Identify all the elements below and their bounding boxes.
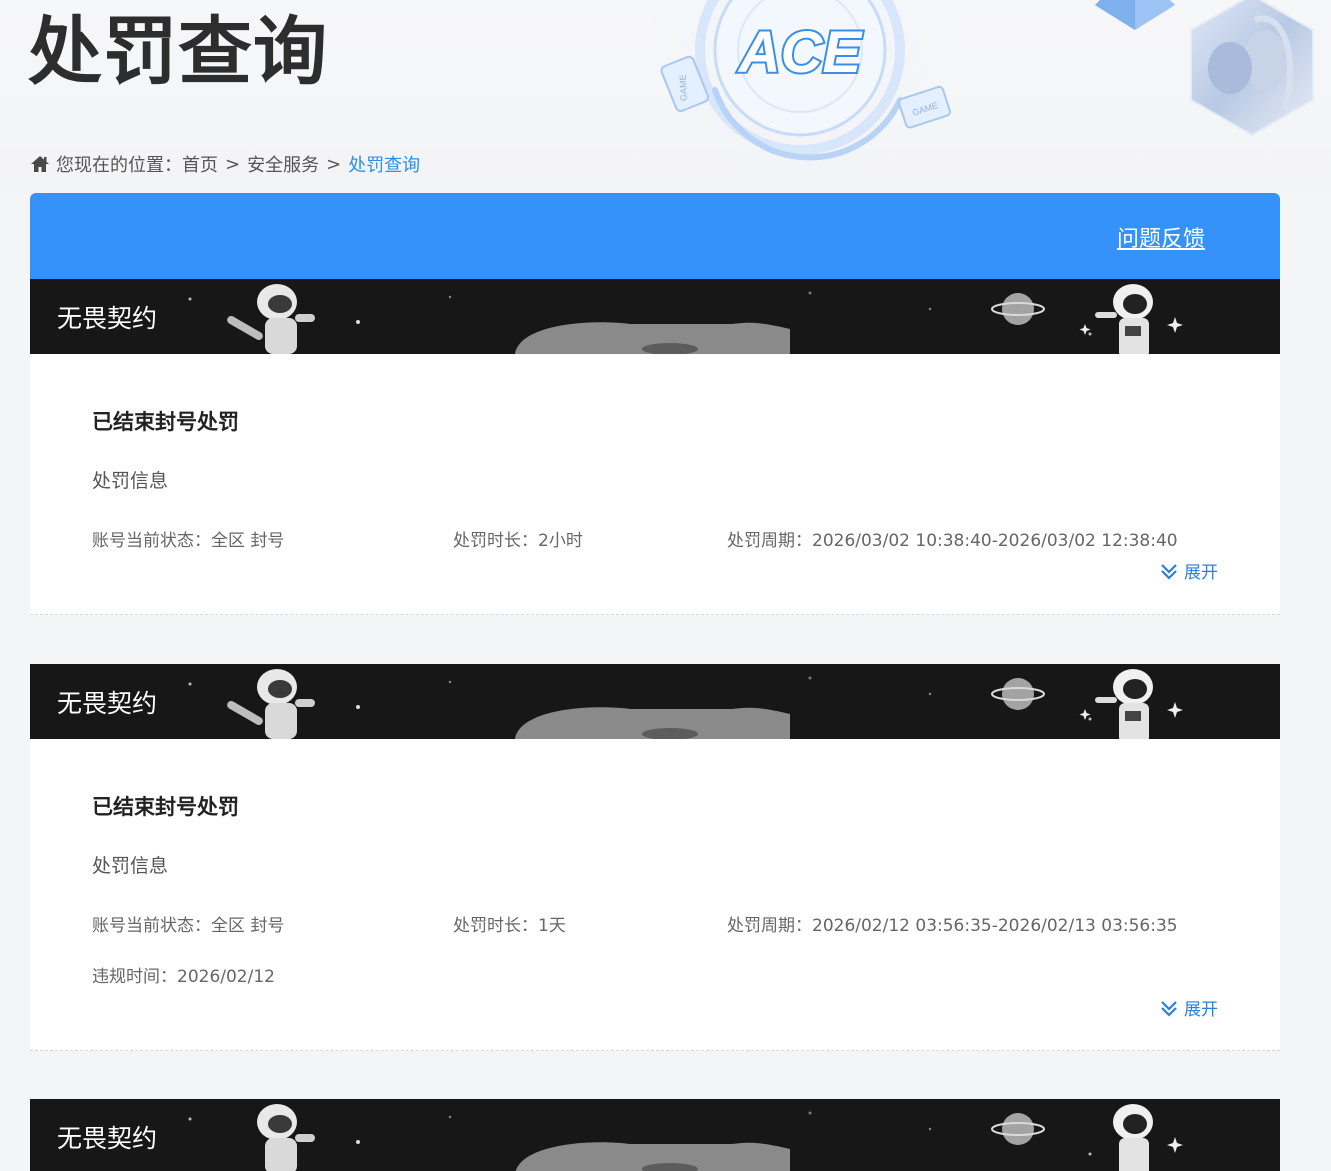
- penalty-info-label: 处罚信息: [92, 470, 169, 492]
- breadcrumb: 您现在的位置： 首页 > 安全服务 > 处罚查询: [30, 152, 420, 176]
- breadcrumb-item-security-services[interactable]: 安全服务: [247, 151, 319, 177]
- game-name: 无畏契约: [57, 689, 158, 718]
- penalty-record-body: 已结束封号处罚 处罚信息 账号当前状态：全区 封号 处罚时长：1天 处罚周期：2…: [30, 739, 1280, 1051]
- penalty-period: 处罚周期：2026/03/02 10:38:40-2026/03/02 12:3…: [727, 531, 1178, 551]
- account-status: 账号当前状态：全区 封号: [92, 916, 285, 936]
- breadcrumb-separator: >: [225, 153, 241, 175]
- breadcrumb-item-current[interactable]: 处罚查询: [348, 151, 420, 177]
- penalty-record-card: 无畏契约 已结束封号处罚 处罚信息 账号当前状态：全区 封号 处罚时长：2小时 …: [30, 279, 1280, 615]
- expand-button-label: 展开: [1184, 1000, 1218, 1020]
- page-header: 处罚查询 ACE GAME GAME 您现在的位置： 首页 > 安全服务 > 处…: [0, 0, 1331, 193]
- penalty-status-title: 已结束封号处罚: [92, 795, 239, 819]
- penalty-record-body: 已结束封号处罚 处罚信息 账号当前状态：全区 封号 处罚时长：2小时 处罚周期：…: [30, 354, 1280, 615]
- expand-button[interactable]: 展开: [1159, 995, 1218, 1020]
- chevron-double-down-icon: [1161, 563, 1177, 580]
- penalty-duration: 处罚时长：2小时: [453, 531, 583, 551]
- hero-portrait-decoration: [1190, 0, 1314, 137]
- penalty-info-label: 处罚信息: [92, 855, 169, 877]
- game-banner-artwork: [30, 1099, 1280, 1171]
- game-decor-label-1: GAME: [678, 74, 689, 101]
- ace-logo-text: ACE: [737, 20, 864, 85]
- diamond-decoration: [1095, 0, 1175, 30]
- toolbar-bar: 问题反馈: [30, 193, 1280, 279]
- penalty-status-title: 已结束封号处罚: [92, 410, 239, 434]
- game-banner: 无畏契约: [30, 1099, 1280, 1171]
- chevron-double-down-icon: [1161, 1000, 1177, 1017]
- home-icon: [31, 156, 49, 172]
- page: 处罚查询 ACE GAME GAME 您现在的位置： 首页 > 安全服务 > 处…: [0, 0, 1331, 1171]
- feedback-link[interactable]: 问题反馈: [1117, 221, 1205, 253]
- expand-button-label: 展开: [1184, 563, 1218, 583]
- game-banner: 无畏契约: [30, 664, 1280, 739]
- breadcrumb-prefix: 您现在的位置：: [56, 155, 182, 176]
- penalty-duration: 处罚时长：1天: [453, 916, 566, 936]
- game-name: 无畏契约: [57, 304, 158, 333]
- game-banner-artwork: [30, 279, 1280, 354]
- ace-logo-decoration: ACE GAME GAME: [650, 0, 951, 190]
- expand-button[interactable]: 展开: [1159, 558, 1218, 583]
- penalty-record-card: 无畏契约: [30, 1099, 1280, 1171]
- violation-time: 违规时间：2026/02/12: [92, 967, 275, 987]
- penalty-period: 处罚周期：2026/02/12 03:56:35-2026/02/13 03:5…: [727, 916, 1178, 936]
- breadcrumb-item-home[interactable]: 首页: [182, 151, 218, 177]
- page-title: 处罚查询: [28, 9, 328, 95]
- account-status: 账号当前状态：全区 封号: [92, 531, 285, 551]
- penalty-record-card: 无畏契约 已结束封号处罚 处罚信息 账号当前状态：全区 封号 处罚时长：1天 处…: [30, 664, 1280, 1051]
- game-name: 无畏契约: [57, 1124, 158, 1153]
- game-banner: 无畏契约: [30, 279, 1280, 354]
- breadcrumb-separator: >: [326, 153, 342, 175]
- game-banner-artwork: [30, 664, 1280, 739]
